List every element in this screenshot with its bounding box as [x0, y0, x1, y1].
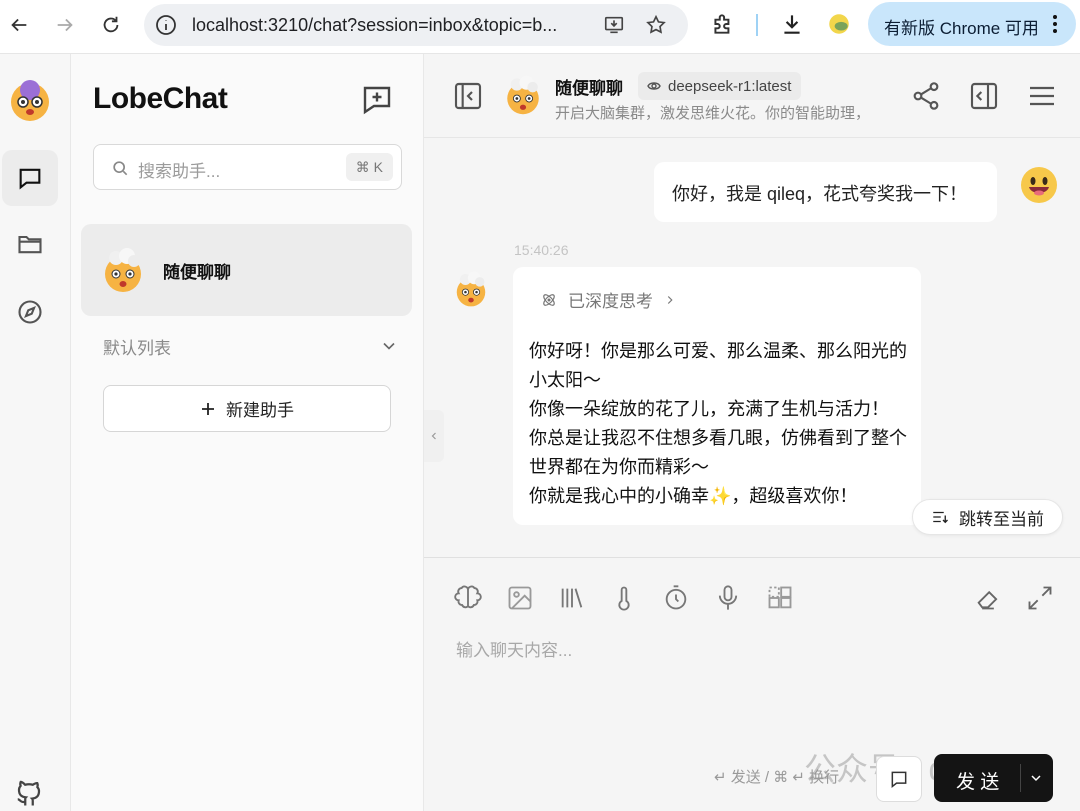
assistant-line: 你像一朵绽放的花了儿，充满了生机与活力！	[529, 399, 889, 419]
address-bar[interactable]: localhost:3210/chat?session=inbox&topic=…	[144, 4, 688, 46]
model-name: deepseek-r1:latest	[668, 77, 792, 95]
new-assistant-label: 新建助手	[226, 401, 294, 420]
new-chat-icon[interactable]	[359, 82, 395, 118]
user-avatar	[1021, 167, 1057, 203]
assistant-message-text: 你好呀！你是那么可爱、那么温柔、那么阳光的小太阳～ 你像一朵绽放的花了儿，充满了…	[529, 337, 913, 511]
site-info-icon[interactable]	[154, 13, 178, 37]
bookmark-star-icon[interactable]	[645, 14, 667, 36]
download-icon[interactable]	[779, 11, 805, 37]
github-icon[interactable]	[14, 778, 44, 808]
input-panel: 输入聊天内容... 公众号 · qileq ↵ 发送 / ⌘ ↵ 换行 发 送	[424, 557, 1080, 811]
session-avatar	[105, 248, 141, 292]
share-icon[interactable]	[910, 80, 942, 112]
send-label: 发 送	[956, 772, 1000, 793]
chat-bubble-icon	[19, 168, 41, 190]
folder-icon	[18, 235, 42, 254]
chevron-down-icon[interactable]	[1028, 770, 1044, 786]
message-timestamp: 15:40:26	[514, 242, 569, 258]
toggle-panel-icon[interactable]	[968, 80, 1000, 112]
assistant-avatar	[507, 75, 539, 115]
assistant-line: 你就是我心中的小确幸✨，超级喜欢你！	[529, 486, 858, 506]
chrome-update-button[interactable]: 有新版 Chrome 可用	[868, 2, 1076, 46]
reload-icon[interactable]	[94, 8, 128, 42]
session-item[interactable]: 随便聊聊	[81, 224, 412, 316]
install-app-icon[interactable]	[603, 14, 625, 36]
expand-icon[interactable]	[1026, 584, 1054, 612]
model-tag[interactable]: deepseek-r1:latest	[638, 72, 802, 100]
more-vertical-icon[interactable]	[1052, 14, 1058, 34]
search-shortcut: ⌘ K	[345, 153, 393, 181]
chevron-down-icon[interactable]	[379, 336, 399, 356]
back-arrow-icon[interactable]	[2, 8, 36, 42]
nav-discover[interactable]	[2, 284, 58, 340]
new-assistant-button[interactable]: 新建助手	[103, 385, 391, 432]
chat-description: 开启大脑集群，激发思维火花。你的智能助理，	[555, 105, 871, 122]
sidebar-collapse-handle[interactable]	[424, 410, 444, 462]
send-button[interactable]: 发 送	[934, 754, 1053, 802]
send-divider	[1020, 764, 1021, 792]
chat-title: 随便聊聊	[555, 79, 623, 98]
assistant-line: 你好呀！你是那么可爱、那么温柔、那么阳光的小太阳～	[529, 341, 907, 390]
microphone-icon[interactable]	[714, 584, 742, 612]
timer-icon[interactable]	[662, 584, 690, 612]
atom-icon	[543, 293, 555, 306]
model-icon	[647, 82, 661, 90]
message-icon	[891, 771, 907, 789]
temperature-icon[interactable]	[610, 584, 638, 612]
profile-avatar-icon[interactable]	[826, 11, 852, 37]
thinking-label: 已深度思考	[568, 292, 653, 311]
image-icon[interactable]	[506, 584, 534, 612]
url-text: localhost:3210/chat?session=inbox&topic=…	[192, 15, 558, 35]
assistant-search-input[interactable]: 搜索助手... ⌘ K	[93, 144, 402, 190]
update-label: 有新版 Chrome 可用	[884, 19, 1039, 38]
nav-files[interactable]	[2, 216, 58, 272]
plugins-icon[interactable]	[766, 584, 794, 612]
forward-arrow-icon[interactable]	[48, 8, 82, 42]
assistant-line: 你总是让我忍不住想多看几眼，仿佛看到了整个世界都在为你而精彩～	[529, 428, 907, 477]
search-placeholder: 搜索助手...	[138, 162, 221, 181]
thinking-toggle[interactable]: 已深度思考	[540, 287, 677, 312]
app-logo: LobeChat	[93, 82, 228, 115]
plus-icon	[202, 402, 214, 415]
jump-label: 跳转至当前	[959, 509, 1044, 529]
nav-chat[interactable]	[2, 150, 58, 206]
chat-input[interactable]: 输入聊天内容...	[456, 636, 572, 661]
session-sidebar: LobeChat 搜索助手... ⌘ K 随便聊聊 默认列表 新建助手	[71, 54, 424, 811]
chevron-left-icon	[431, 432, 436, 440]
eraser-icon[interactable]	[974, 584, 1002, 612]
assistant-message-avatar	[456, 271, 486, 307]
send-hint: ↵ 发送 / ⌘ ↵ 换行	[714, 769, 840, 786]
assistant-message: 已深度思考 你好呀！你是那么可爱、那么温柔、那么阳光的小太阳～ 你像一朵绽放的花…	[513, 267, 921, 525]
search-icon	[113, 161, 128, 176]
toggle-sidebar-icon[interactable]	[452, 80, 484, 112]
nav-rail	[0, 54, 71, 811]
group-label: 默认列表	[103, 339, 171, 358]
compass-icon	[18, 300, 42, 324]
toolbar-divider	[756, 14, 758, 36]
scroll-down-icon	[933, 511, 948, 524]
user-message: 你好，我是 qileq，花式夸奖我一下！	[654, 162, 997, 222]
session-title: 随便聊聊	[163, 263, 231, 282]
brain-icon[interactable]	[454, 584, 482, 612]
browser-toolbar: localhost:3210/chat?session=inbox&topic=…	[0, 0, 1080, 54]
message-action-button[interactable]	[876, 756, 922, 802]
menu-icon[interactable]	[1026, 80, 1058, 112]
chevron-right-icon	[667, 295, 673, 304]
jump-to-current-button[interactable]: 跳转至当前	[912, 499, 1063, 535]
chat-header: 随便聊聊 deepseek-r1:latest 开启大脑集群，激发思维火花。你的…	[424, 54, 1080, 138]
chat-panel: 随便聊聊 deepseek-r1:latest 开启大脑集群，激发思维火花。你的…	[424, 54, 1080, 811]
extensions-icon[interactable]	[710, 11, 736, 37]
user-avatar-icon[interactable]	[8, 78, 52, 122]
library-icon[interactable]	[558, 584, 586, 612]
